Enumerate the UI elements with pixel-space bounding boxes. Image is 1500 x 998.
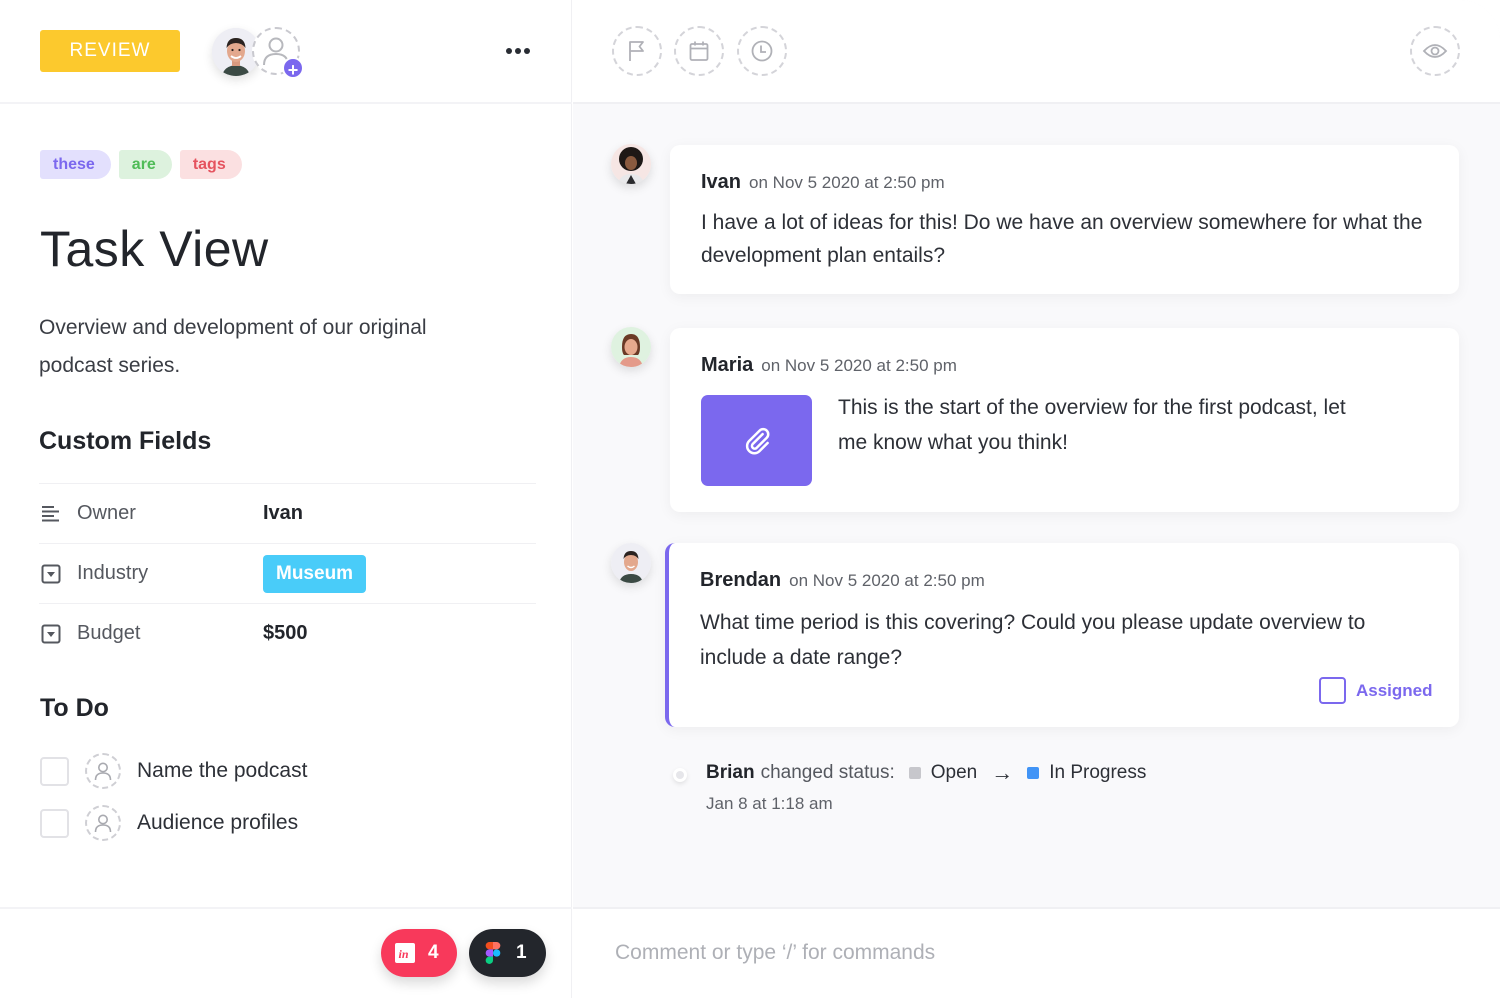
todo-text[interactable]: Audience profiles [137,811,298,835]
user-icon [94,762,112,781]
comment-card[interactable]: Maria on Nov 5 2020 at 2:50 pm This is th… [670,328,1459,512]
activity-header [573,0,1500,104]
comment-timestamp: on Nov 5 2020 at 2:50 pm [789,571,985,590]
status-from: Open [930,762,978,783]
dot-icon [506,48,512,54]
priority-button[interactable] [612,26,662,76]
custom-field-owner[interactable]: Owner Ivan [39,483,536,543]
figma-count: 1 [516,942,527,963]
custom-field-industry[interactable]: Industry Museum [39,543,536,603]
comment-author[interactable]: Maria [701,354,753,376]
integrations-bar: in 4 1 [0,907,572,998]
todo-item: Audience profiles [40,797,298,849]
comment-composer [573,907,1500,998]
todo-item: Name the podcast [40,745,307,797]
todo-heading: To Do [40,694,109,722]
person-photo-icon [611,144,651,184]
assigned-label: Assigned [1356,680,1433,700]
due-date-button[interactable] [674,26,724,76]
task-title[interactable]: Task View [40,220,269,278]
watchers-button[interactable] [1410,26,1460,76]
status-color-open-icon [908,767,921,779]
field-label: Industry [77,562,149,584]
dropdown-icon [41,564,61,584]
timeline-dot-icon [673,768,687,782]
comment-text: This is the start of the overview for th… [838,396,1346,454]
text-lines-icon [41,504,61,524]
figma-icon [483,942,503,964]
field-value[interactable]: $500 [263,622,308,645]
task-header: REVIEW + [0,0,572,104]
status-button[interactable]: REVIEW [40,30,180,72]
dropdown-icon [41,624,61,644]
activity-timestamp: Jan 8 at 1:18 am [706,794,833,813]
invision-integration-button[interactable]: in 4 [381,929,457,977]
tag[interactable]: tags [179,150,242,179]
invision-icon: in [395,943,415,963]
avatar[interactable] [611,144,651,184]
todo-checkbox[interactable] [40,808,69,838]
status-to: In Progress [1049,762,1147,783]
comment-card[interactable]: Ivan on Nov 5 2020 at 2:50 pm I have a lo… [670,145,1459,294]
comment-text: What time period is this covering? Could… [700,611,1366,669]
comment-text: I have a lot of ideas for this! Do we ha… [701,211,1423,267]
status-color-in-progress-icon [1027,767,1040,779]
assigned-checkbox[interactable] [1319,677,1346,704]
tag[interactable]: are [118,150,172,179]
field-label: Budget [77,622,141,644]
dot-icon [524,48,530,54]
todo-list: Name the podcast Audience profiles [40,745,307,849]
plus-icon: + [282,57,304,80]
comment-input[interactable] [615,931,1455,975]
eye-icon [1422,44,1448,58]
task-details-panel: REVIEW + these are tags Task View Overvi… [0,0,572,998]
custom-fields-heading: Custom Fields [39,427,212,455]
avatar[interactable] [611,327,651,367]
activity-user[interactable]: Brian [706,762,755,784]
custom-field-budget[interactable]: Budget $500 [39,603,536,663]
todo-assign-button[interactable] [85,805,121,841]
comment-timestamp: on Nov 5 2020 at 2:50 pm [761,356,957,375]
todo-checkbox[interactable] [40,756,69,786]
custom-fields-table: Owner Ivan Industry Museum Budget $500 [39,483,536,663]
paperclip-icon [745,427,769,454]
add-assignee-button[interactable]: + [252,27,304,80]
more-options-button[interactable] [498,38,538,64]
person-photo-icon [611,327,651,367]
industry-badge[interactable]: Museum [263,554,367,593]
tag[interactable]: these [40,150,111,179]
svg-text:in: in [399,947,409,961]
todo-text[interactable]: Name the podcast [137,759,307,783]
user-icon [94,814,112,833]
calendar-icon [689,41,709,61]
time-tracking-button[interactable] [737,26,787,76]
comment-author[interactable]: Ivan [701,171,741,193]
avatar[interactable] [611,543,651,583]
activity-action: changed status: [760,762,895,783]
field-value[interactable]: Ivan [263,502,303,525]
task-view-window: REVIEW + these are tags Task View Overvi… [0,0,1500,998]
dot-icon [515,48,521,54]
arrow-right-icon: → [991,760,1014,785]
comment-author[interactable]: Brendan [700,569,781,591]
todo-assign-button[interactable] [85,753,121,789]
clock-icon [751,40,773,62]
activity-panel: Ivan on Nov 5 2020 at 2:50 pm I have a lo… [573,0,1500,998]
figma-integration-button[interactable]: 1 [469,929,546,977]
comment-card[interactable]: Brendan on Nov 5 2020 at 2:50 pm What tim… [665,543,1459,727]
task-description[interactable]: Overview and development of our original… [39,309,459,385]
assigned-toggle[interactable]: Assigned [1319,677,1433,704]
field-label: Owner [77,502,136,524]
attachment-thumbnail[interactable] [701,395,812,486]
flag-icon [629,41,644,61]
tag-list: these are tags [40,150,242,179]
invision-count: 4 [428,942,439,963]
comment-timestamp: on Nov 5 2020 at 2:50 pm [749,173,945,192]
person-photo-icon [611,543,651,583]
